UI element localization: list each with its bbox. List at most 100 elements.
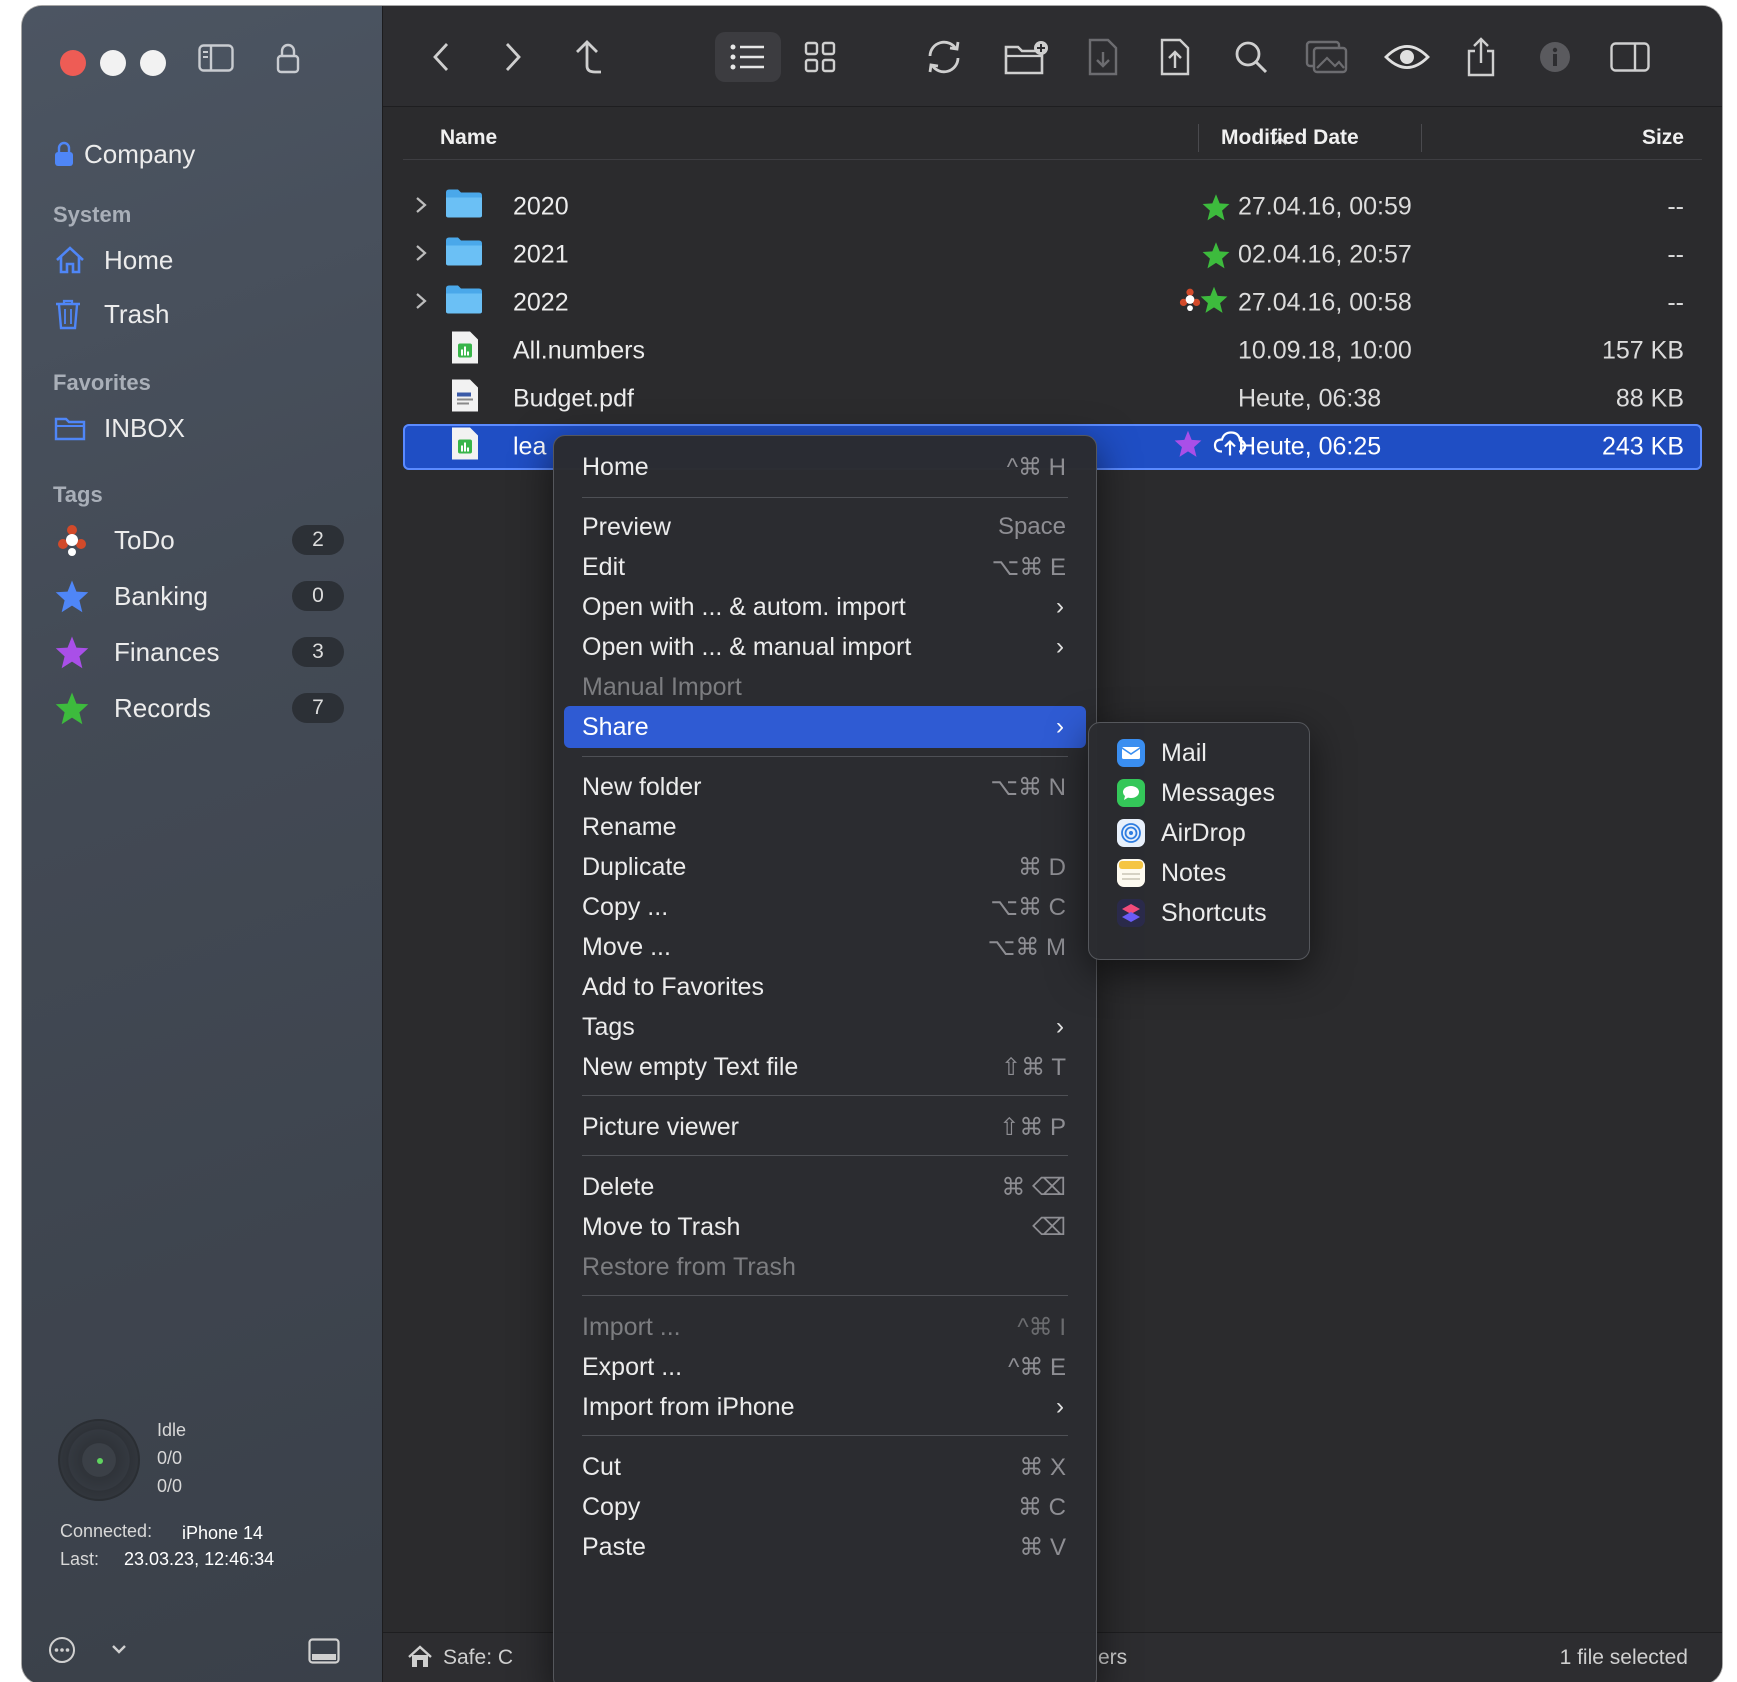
file-size: -- [1667, 288, 1684, 317]
file-size: -- [1667, 240, 1684, 269]
sidebar-item-inbox[interactable]: INBOX [54, 406, 185, 450]
download-file-icon[interactable] [1083, 32, 1123, 82]
sidebar-item-home[interactable]: Home [54, 238, 173, 282]
menu-item-import: Import ... ^⌘ I [582, 1312, 1066, 1341]
sidebar-toggle-icon[interactable] [198, 44, 234, 77]
sync-icon[interactable] [919, 32, 969, 82]
mail-icon [1117, 739, 1145, 767]
menu-item-move-to-trash[interactable]: Move to Trash ⌫ [564, 1206, 1086, 1248]
chevron-down-icon[interactable] [110, 1640, 128, 1663]
sidebar-item-label: Home [104, 244, 174, 275]
grid-view-icon[interactable] [795, 32, 845, 82]
file-date: Heute, 06:38 [1238, 384, 1382, 413]
vault-item-company[interactable]: Company [54, 132, 195, 176]
folder-icon [445, 189, 483, 226]
menu-item-rename[interactable]: Rename [564, 806, 1086, 848]
photos-icon[interactable] [1301, 32, 1353, 82]
menu-item-tags[interactable]: Tags › [564, 1006, 1086, 1048]
lock-icon [54, 136, 76, 172]
panel-toggle-icon[interactable] [308, 1638, 340, 1669]
sync-counter-2: 0/0 [157, 1476, 183, 1496]
menu-item-new-text-file[interactable]: New empty Text file ⇧⌘ T [564, 1046, 1086, 1088]
minimize-window-button[interactable] [100, 50, 126, 76]
file-row[interactable]: 2020 27.04.16, 00:59 -- [403, 184, 1702, 230]
folder-icon [445, 285, 483, 322]
file-row[interactable]: 2021 02.04.16, 20:57 -- [403, 232, 1702, 278]
shortcuts-icon [1117, 899, 1145, 927]
section-favorites: Favorites [53, 370, 151, 395]
lock-icon[interactable] [276, 42, 300, 79]
sidebar-item-label: INBOX [104, 412, 185, 443]
column-name-header[interactable]: Name [440, 126, 497, 150]
menu-item-export[interactable]: Export ... ^⌘ E [564, 1346, 1086, 1388]
share-item-messages[interactable]: Messages [1117, 773, 1275, 813]
zoom-window-button[interactable] [140, 50, 166, 76]
menu-item-duplicate[interactable]: Duplicate ⌘ D [564, 846, 1086, 888]
menu-item-manual-import: Manual Import [582, 672, 742, 701]
menu-item-restore-from-trash: Restore from Trash [582, 1252, 796, 1281]
menu-item-add-to-favorites[interactable]: Add to Favorites [564, 966, 1086, 1008]
share-item-mail[interactable]: Mail [1117, 733, 1207, 773]
purple-star-icon [54, 635, 94, 669]
menu-item-open-with-auto-import[interactable]: Open with ... & autom. import › [564, 586, 1086, 628]
upload-file-icon[interactable] [1155, 32, 1195, 82]
last-sync-label: Last: [60, 1549, 100, 1569]
menu-item-edit[interactable]: Edit ⌥⌘ E [564, 546, 1086, 588]
share-item-airdrop[interactable]: AirDrop [1117, 813, 1246, 853]
parent-folder-icon[interactable] [565, 32, 611, 82]
disclosure-chevron-icon[interactable] [415, 242, 427, 268]
tag-count-badge: 0 [292, 581, 344, 611]
menu-item-share[interactable]: Share › [564, 706, 1086, 748]
menu-item-new-folder[interactable]: New folder ⌥⌘ N [564, 766, 1086, 808]
menu-item-preview[interactable]: Preview Space [564, 506, 1086, 548]
sidebar-item-trash[interactable]: Trash [54, 292, 170, 336]
menu-item-copy-to[interactable]: Copy ... ⌥⌘ C [564, 886, 1086, 928]
tag-item-banking[interactable]: Banking 0 [54, 574, 344, 618]
tag-label: Records [114, 692, 211, 723]
sidebar-item-label: Trash [104, 298, 170, 329]
inspector-toggle-icon[interactable] [1605, 32, 1655, 82]
tag-label: ToDo [114, 524, 175, 555]
menu-item-paste[interactable]: Paste ⌘ V [564, 1526, 1086, 1568]
search-icon[interactable] [1229, 32, 1273, 82]
sync-counter-1: 0/0 [157, 1448, 183, 1468]
chevron-right-icon: › [1056, 713, 1064, 740]
green-star-icon [1199, 286, 1229, 321]
menu-item-open-with-manual-import[interactable]: Open with ... & manual import › [564, 626, 1086, 668]
tag-item-finances[interactable]: Finances 3 [54, 630, 344, 674]
eye-icon[interactable] [1381, 32, 1433, 82]
share-item-shortcuts[interactable]: Shortcuts [1117, 893, 1267, 933]
share-icon[interactable] [1459, 32, 1503, 82]
new-folder-icon[interactable] [999, 32, 1055, 82]
back-icon[interactable] [421, 32, 461, 82]
list-view-icon[interactable] [715, 32, 781, 82]
share-item-notes[interactable]: Notes [1117, 853, 1226, 893]
file-row[interactable]: All.numbers 10.09.18, 10:00 157 KB [403, 328, 1702, 374]
connected-label: Connected: [60, 1521, 153, 1541]
disclosure-chevron-icon[interactable] [415, 194, 427, 220]
menu-item-cut[interactable]: Cut ⌘ X [564, 1446, 1086, 1488]
connected-device: iPhone 14 [182, 1523, 264, 1543]
column-modified-header[interactable]: Modified Date [1221, 126, 1359, 150]
more-options-icon[interactable] [48, 1636, 76, 1669]
file-row[interactable]: Budget.pdf Heute, 06:38 88 KB [403, 376, 1702, 422]
tag-item-todo[interactable]: ToDo 2 [54, 518, 344, 562]
menu-item-import-from-iphone[interactable]: Import from iPhone › [564, 1386, 1086, 1428]
menu-item-delete[interactable]: Delete ⌘ ⌫ [564, 1166, 1086, 1208]
column-size-header[interactable]: Size [1642, 126, 1684, 150]
menu-item-copy[interactable]: Copy ⌘ C [564, 1486, 1086, 1528]
tag-item-records[interactable]: Records 7 [54, 686, 344, 730]
info-icon[interactable] [1535, 32, 1575, 82]
forward-icon[interactable] [493, 32, 533, 82]
menu-item-move-to[interactable]: Move ... ⌥⌘ M [564, 926, 1086, 968]
close-window-button[interactable] [60, 50, 86, 76]
disclosure-chevron-icon[interactable] [415, 290, 427, 316]
file-row[interactable]: 2022 27.04.16, 00:58 -- [403, 280, 1702, 326]
green-star-icon [54, 691, 94, 725]
menu-item-home[interactable]: Home ^⌘ H [564, 446, 1086, 488]
folder-icon [445, 237, 483, 274]
folder-icon [54, 410, 94, 446]
numbers-file-icon [451, 331, 479, 372]
tag-count-badge: 7 [292, 693, 344, 723]
menu-item-picture-viewer[interactable]: Picture viewer ⇧⌘ P [564, 1106, 1086, 1148]
